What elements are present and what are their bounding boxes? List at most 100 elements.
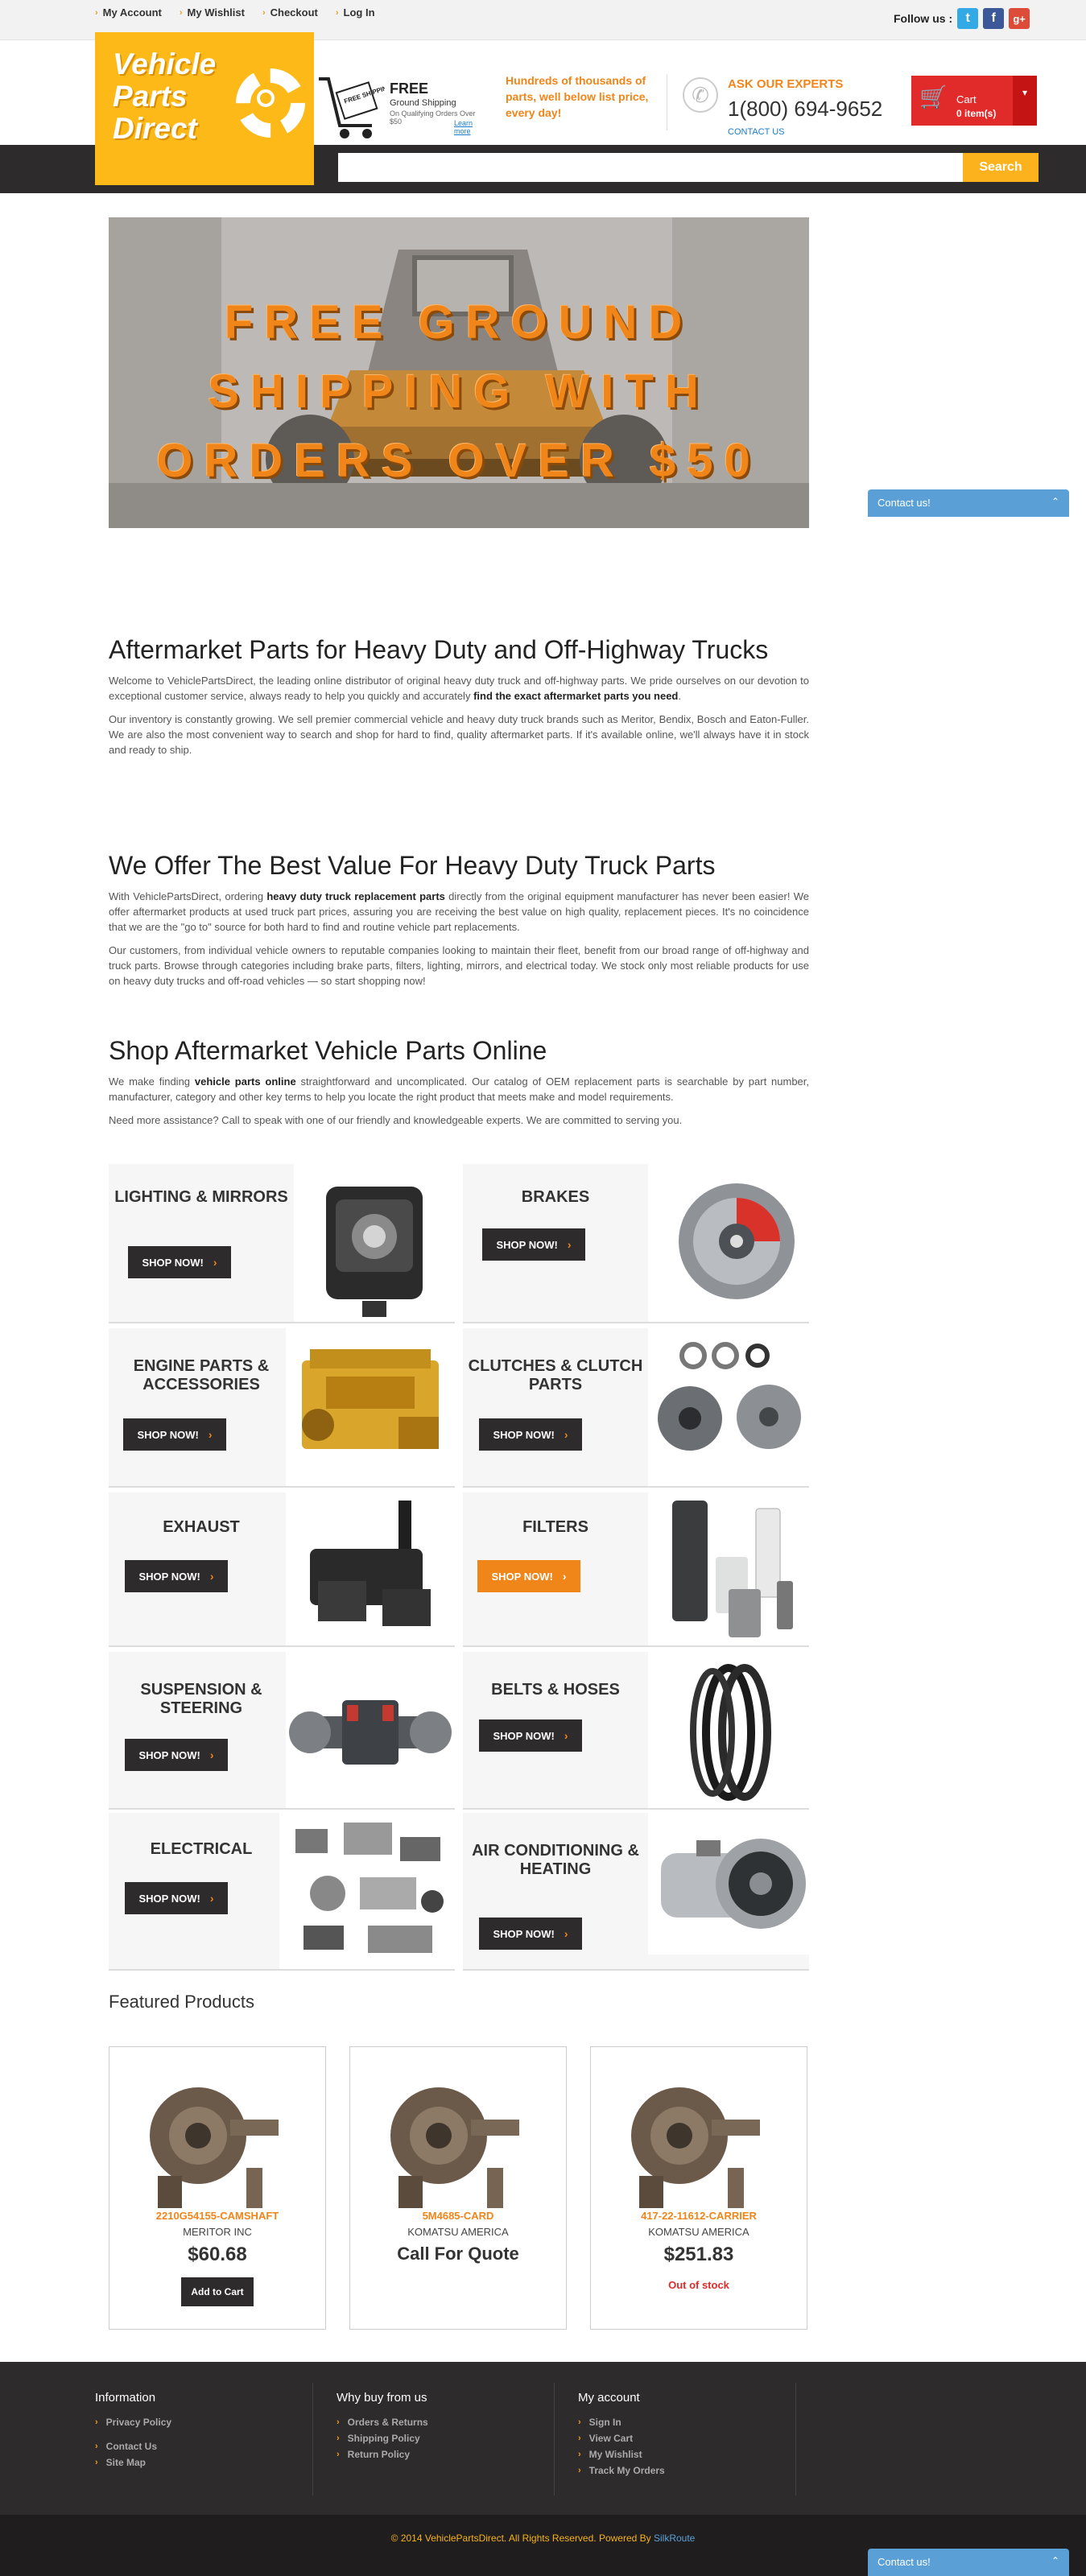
arrow-icon: ›	[335, 7, 339, 18]
category-engine-parts[interactable]: ENGINE PARTS & ACCESSORIES SHOP NOW! ›	[109, 1328, 455, 1488]
search-input[interactable]	[338, 153, 963, 182]
category-suspension[interactable]: SUSPENSION & STEERING SHOP NOW! ›	[109, 1652, 455, 1810]
footer-divider	[554, 2383, 555, 2496]
emphasis-text: heavy duty truck replacement parts	[266, 890, 445, 902]
privacy-policy-link[interactable]: › Privacy Policy	[95, 2414, 337, 2430]
search-button[interactable]: Search	[963, 153, 1039, 182]
category-title: ENGINE PARTS & ACCESSORIES	[133, 1357, 270, 1393]
return-policy-link[interactable]: › Return Policy	[337, 2446, 578, 2462]
checkout-link[interactable]: › Checkout	[262, 6, 318, 19]
orders-returns-link[interactable]: › Orders & Returns	[337, 2414, 578, 2430]
product-price: $60.68	[188, 2244, 247, 2265]
cart-icon: 🛒	[919, 85, 948, 109]
product-price: Call For Quote	[397, 2244, 519, 2264]
category-exhaust[interactable]: EXHAUST SHOP NOW! ›	[109, 1492, 455, 1647]
logo[interactable]: Vehicle Parts Direct	[95, 32, 314, 185]
brakes-image	[648, 1164, 809, 1322]
emphasis-text: vehicle parts online	[194, 1075, 296, 1088]
ask-experts-label: ASK OUR EXPERTS	[728, 77, 844, 91]
shop-now-button[interactable]: SHOP NOW! ›	[477, 1560, 580, 1592]
shop-now-button[interactable]: SHOP NOW! ›	[123, 1418, 226, 1451]
site-map-link[interactable]: › Site Map	[95, 2454, 337, 2471]
phone-number[interactable]: 1(800) 694-9652	[728, 97, 882, 122]
category-title: ELECTRICAL	[150, 1840, 253, 1858]
hero-banner[interactable]: FREE GROUND SHIPPING WITH ORDERS OVER $5…	[109, 217, 809, 528]
shop-now-button[interactable]: SHOP NOW! ›	[125, 1882, 228, 1914]
silkroute-link[interactable]: SilkRoute	[654, 2533, 695, 2544]
shipping-policy-link[interactable]: › Shipping Policy	[337, 2430, 578, 2446]
product-sku[interactable]: 5M4685-CARD	[350, 2210, 566, 2222]
my-wishlist-link[interactable]: › My Wishlist	[578, 2446, 820, 2462]
category-electrical[interactable]: ELECTRICAL SHOP NOW! ›	[109, 1813, 455, 1971]
chevron-right-icon: ›	[564, 1428, 568, 1441]
product-card[interactable]: 5M4685-CARD KOMATSU AMERICA Call For Quo…	[349, 2046, 567, 2330]
contact-us-widget[interactable]: Contact us! ⌃	[868, 489, 1069, 517]
section-paragraph: Our inventory is constantly growing. We …	[109, 713, 809, 756]
footer-spacer	[95, 2430, 337, 2438]
section-shop-online: Shop Aftermarket Vehicle Parts Online We…	[109, 1035, 809, 1128]
product-sku[interactable]: 2210G54155-CAMSHAFT	[109, 2210, 325, 2222]
section-title: Aftermarket Parts for Heavy Duty and Off…	[109, 635, 769, 664]
facebook-icon[interactable]: f	[983, 8, 1005, 29]
add-to-cart-button[interactable]: Add to Cart	[181, 2277, 254, 2306]
login-link[interactable]: › Log In	[336, 6, 375, 19]
chevron-right-icon: ›	[564, 1927, 568, 1940]
category-brakes[interactable]: BRAKES SHOP NOW! ›	[463, 1164, 809, 1323]
my-wishlist-link[interactable]: › My Wishlist	[180, 6, 245, 19]
cart-button[interactable]: 🛒 Cart 0 item(s) ▾	[911, 76, 1037, 126]
shop-now-button[interactable]: SHOP NOW! ›	[125, 1739, 228, 1771]
product-card[interactable]: 2210G54155-CAMSHAFT MERITOR INC $60.68 A…	[109, 2046, 326, 2330]
gear-icon	[236, 68, 305, 138]
follow-us: Follow us : t f g+	[894, 8, 1030, 29]
shop-now-button[interactable]: SHOP NOW! ›	[482, 1228, 585, 1261]
product-sku[interactable]: 417-22-11612-CARRIER	[591, 2210, 807, 2222]
ac-compressor-image	[648, 1813, 809, 1955]
promo-text: Hundreds of thousands of parts, well bel…	[506, 74, 649, 119]
chevron-right-icon: ›	[567, 1238, 572, 1251]
shop-now-button[interactable]: SHOP NOW! ›	[479, 1918, 582, 1950]
twitter-icon[interactable]: t	[957, 8, 979, 29]
section-title: Shop Aftermarket Vehicle Parts Online	[109, 1036, 547, 1065]
sign-in-link[interactable]: › Sign In	[578, 2414, 820, 2430]
chevron-right-icon: ›	[213, 1256, 217, 1269]
product-brand: MERITOR INC	[183, 2226, 252, 2238]
logo-text: Vehicle Parts Direct	[113, 47, 217, 145]
free-shipping-subtitle: Ground Shipping	[390, 98, 456, 108]
free-shipping-title: FREE	[390, 80, 429, 97]
product-card[interactable]: 417-22-11612-CARRIER KOMATSU AMERICA $25…	[590, 2046, 807, 2330]
footer-heading: Why buy from us	[337, 2391, 427, 2405]
chevron-down-icon[interactable]: ▾	[1013, 76, 1037, 126]
chevron-right-icon: ›	[208, 1428, 213, 1441]
shop-now-button[interactable]: SHOP NOW! ›	[125, 1560, 228, 1592]
arrow-icon: ›	[95, 2442, 98, 2451]
filters-image	[648, 1492, 809, 1645]
learn-more-link[interactable]: Learn more	[454, 119, 485, 135]
google-plus-icon[interactable]: g+	[1009, 8, 1030, 29]
contact-us-link[interactable]: › Contact Us	[95, 2438, 337, 2454]
track-orders-link[interactable]: › Track My Orders	[578, 2462, 820, 2479]
category-title: EXHAUST	[163, 1518, 240, 1536]
view-cart-link[interactable]: › View Cart	[578, 2430, 820, 2446]
stock-status: Out of stock	[668, 2279, 729, 2291]
shop-now-button[interactable]: SHOP NOW! ›	[479, 1418, 582, 1451]
arrow-icon: ›	[578, 2434, 581, 2443]
footer: Information › Privacy Policy › Contact Us …	[0, 2362, 1086, 2515]
category-belts-hoses[interactable]: BELTS & HOSES SHOP NOW! ›	[463, 1652, 809, 1810]
shop-now-button[interactable]: SHOP NOW! ›	[479, 1719, 582, 1752]
category-filters[interactable]: FILTERS SHOP NOW! ›	[463, 1492, 809, 1647]
section-title: We Offer The Best Value For Heavy Duty T…	[109, 851, 716, 880]
shipping-cart-icon: FREE SHIPPING	[319, 77, 385, 138]
category-clutches[interactable]: CLUTCHES & CLUTCH PARTS SHOP NOW! ›	[463, 1328, 809, 1488]
chevron-right-icon: ›	[209, 1892, 214, 1905]
category-title: AIR CONDITIONING & HEATING	[472, 1842, 639, 1878]
contact-us-widget-bottom[interactable]: Contact us! ⌃	[868, 2549, 1069, 2576]
my-account-link[interactable]: › My Account	[95, 6, 162, 19]
category-air-conditioning[interactable]: AIR CONDITIONING & HEATING SHOP NOW! ›	[463, 1813, 809, 1971]
category-title: LIGHTING & MIRRORS	[114, 1188, 288, 1206]
shop-now-button[interactable]: SHOP NOW! ›	[128, 1246, 231, 1278]
banner-text: FREE GROUND SHIPPING WITH ORDERS OVER $5…	[156, 296, 762, 487]
contact-us-link[interactable]: CONTACT US	[728, 127, 785, 137]
category-lighting-mirrors[interactable]: LIGHTING & MIRRORS SHOP NOW! ›	[109, 1164, 455, 1323]
arrow-icon: ›	[179, 7, 183, 18]
arrow-icon: ›	[578, 2417, 581, 2427]
